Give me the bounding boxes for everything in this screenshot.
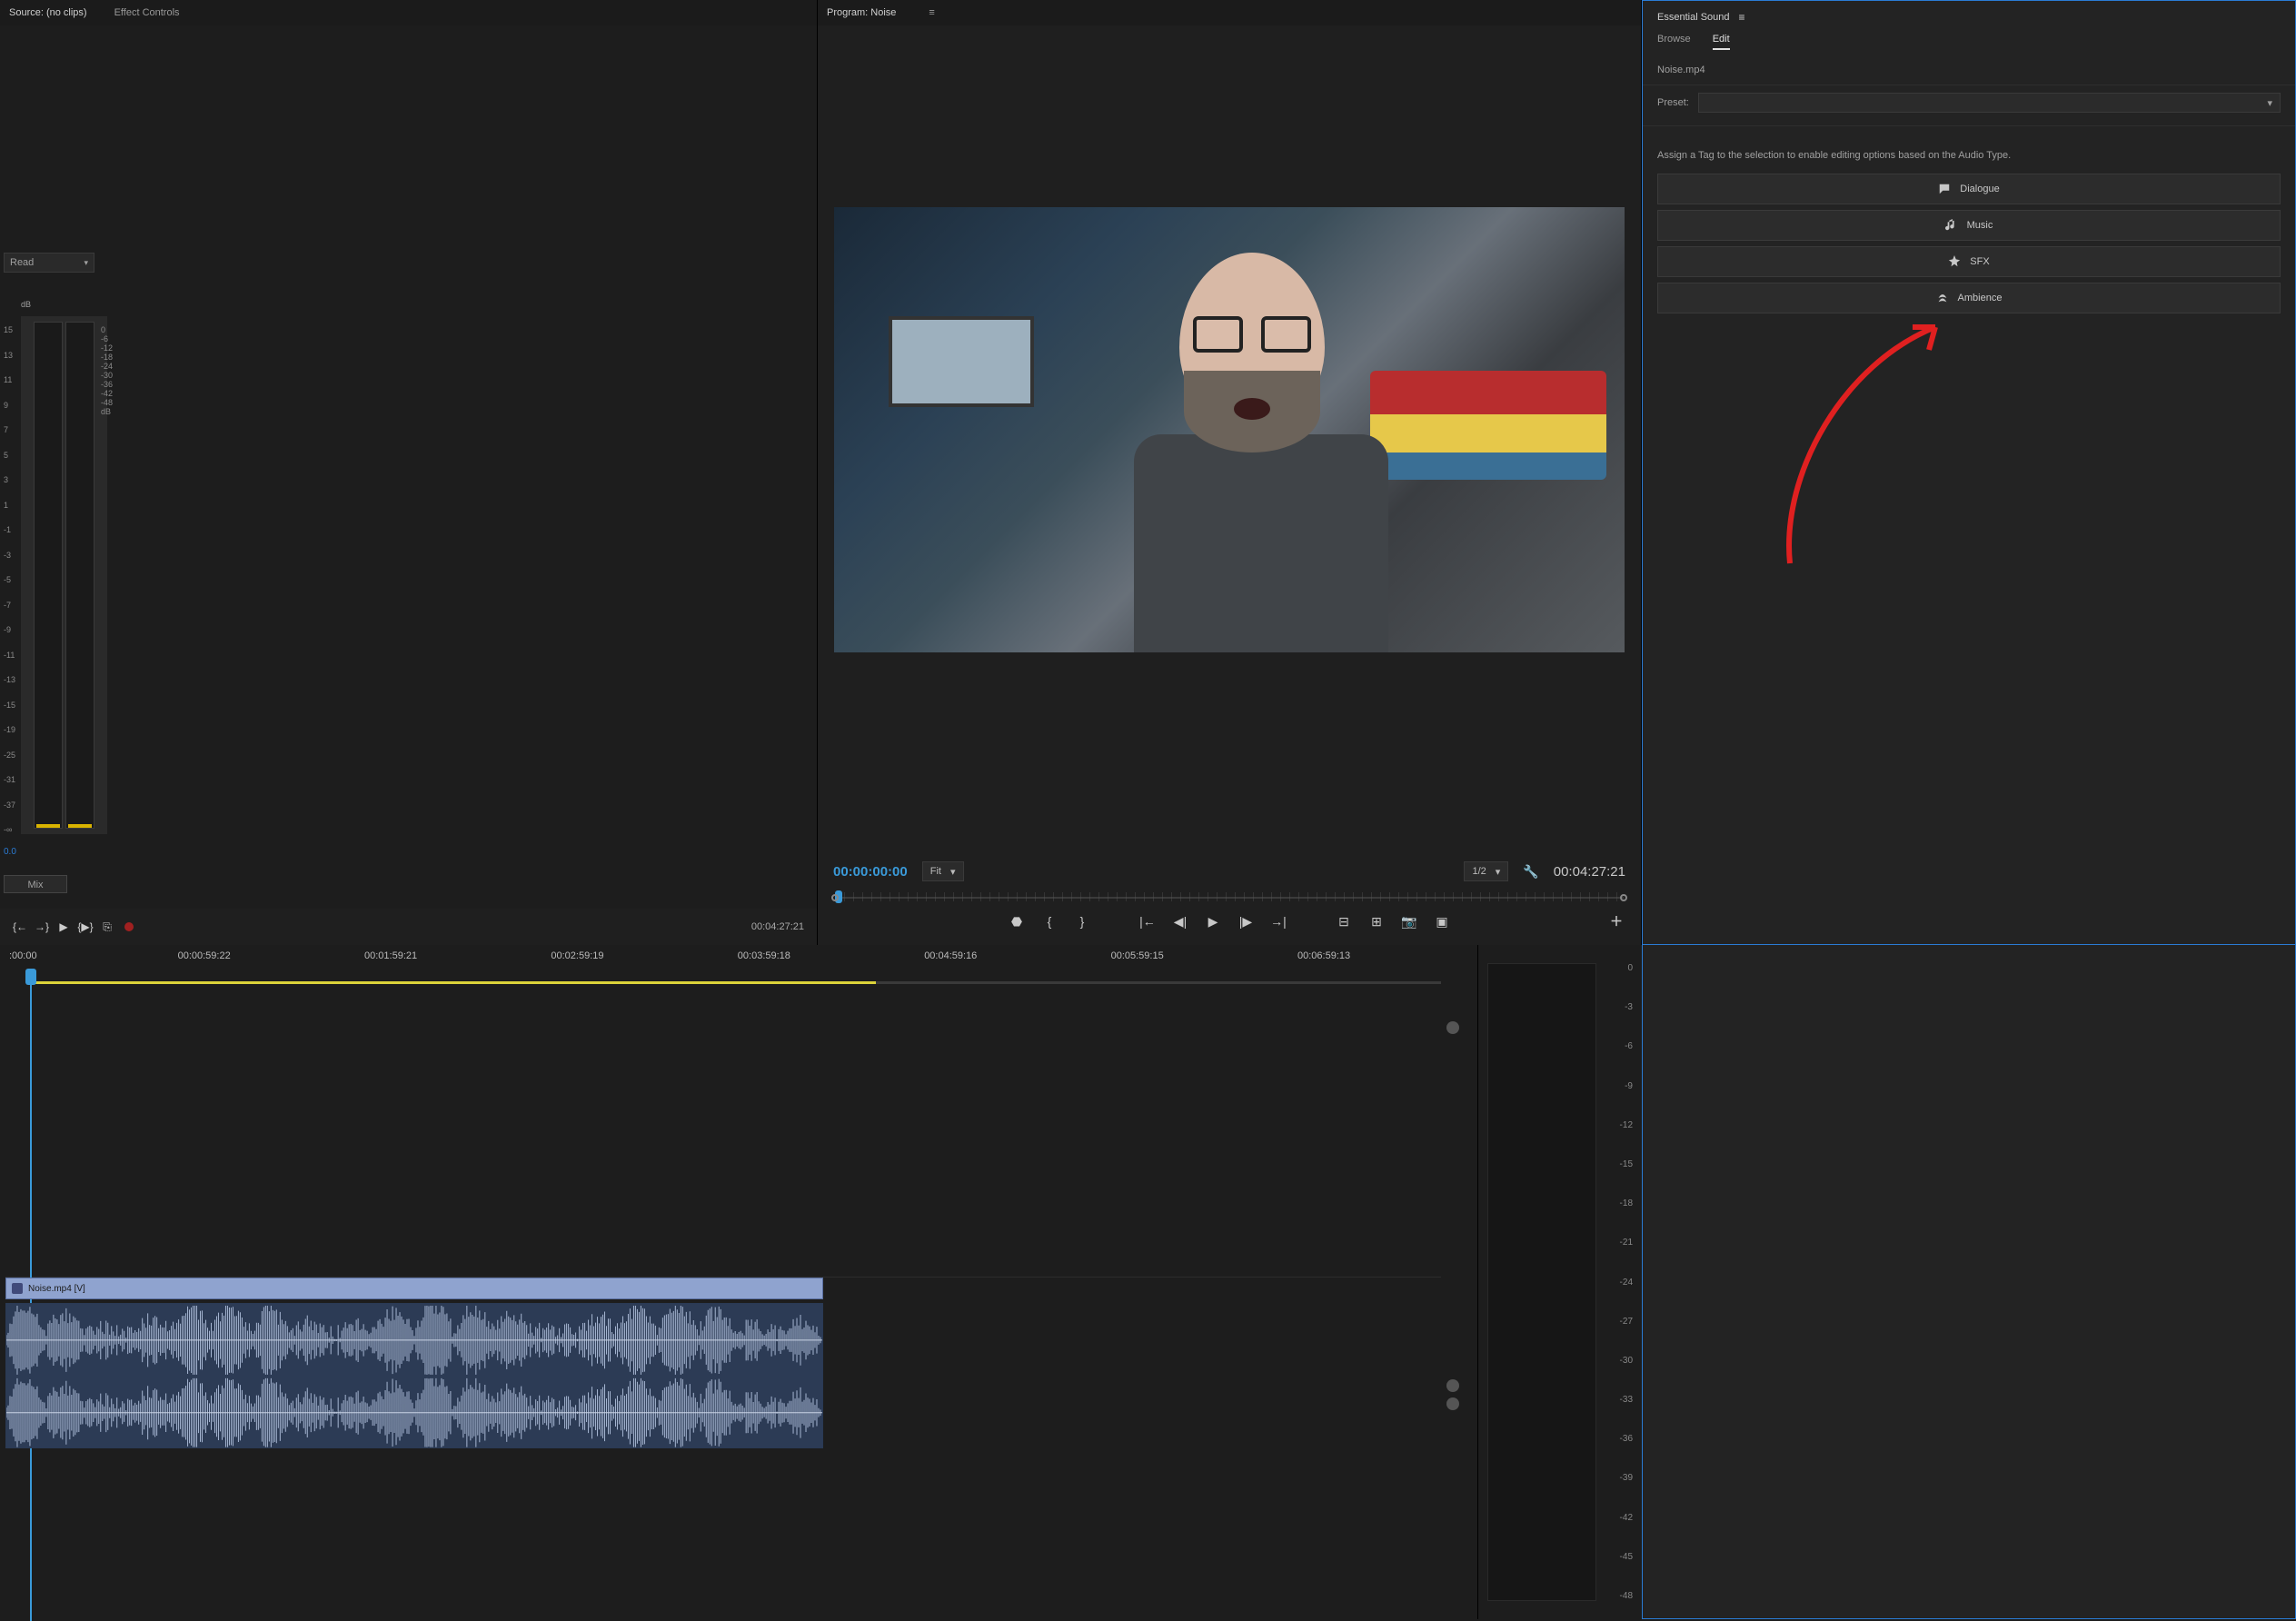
tab-source[interactable]: Source: (no clips) <box>9 7 87 18</box>
selected-clip-name: Noise.mp4 <box>1643 55 2295 85</box>
record-icon[interactable] <box>122 920 136 934</box>
button-editor-icon[interactable]: ＋ <box>1607 912 1625 930</box>
chevron-down-icon: ▾ <box>2267 97 2272 109</box>
go-to-in-icon[interactable]: |← <box>1138 912 1157 930</box>
music-icon <box>1945 219 1958 232</box>
essential-sound-panel: Essential Sound ≡ Browse Edit Noise.mp4 … <box>1642 0 2296 945</box>
program-monitor[interactable] <box>834 207 1625 652</box>
tab-effect-controls[interactable]: Effect Controls <box>114 7 180 18</box>
waveform <box>6 1304 822 1448</box>
preset-label: Preset: <box>1657 97 1689 108</box>
source-tabs: Source: (no clips) Effect Controls <box>0 0 817 25</box>
play-icon[interactable]: ▶ <box>1204 912 1222 930</box>
chevron-down-icon: ▾ <box>950 866 956 878</box>
music-button[interactable]: Music <box>1657 210 2281 241</box>
dialogue-button[interactable]: Dialogue <box>1657 174 2281 204</box>
duration-timecode: 00:04:27:21 <box>1554 864 1625 880</box>
loop-icon[interactable]: {▶} <box>78 920 93 934</box>
audio-meter: 15131197531-1-3-5-7-9-11-13-15-19-25-31-… <box>4 316 113 834</box>
mark-in-icon[interactable]: {← <box>13 920 27 934</box>
ruler-tick: 00:05:59:15 <box>1111 950 1164 961</box>
video-tracks-area[interactable] <box>5 1023 1441 1278</box>
program-tabs: Program: Noise ≡ <box>818 0 1641 25</box>
source-transport: {← →} ▶ {▶} ⎘ <box>13 920 136 934</box>
extract-icon[interactable]: ⊞ <box>1367 912 1386 930</box>
fx-badge-icon <box>12 1283 23 1294</box>
comparison-view-icon[interactable]: ▣ <box>1433 912 1451 930</box>
panel-menu-icon[interactable]: ≡ <box>929 7 933 18</box>
ruler-tick: 00:01:59:21 <box>364 950 417 961</box>
tab-program[interactable]: Program: Noise <box>827 7 896 18</box>
audio-type-hint: Assign a Tag to the selection to enable … <box>1643 126 2295 174</box>
chevron-down-icon: ▾ <box>84 258 88 268</box>
step-forward-icon[interactable]: |▶ <box>1237 912 1255 930</box>
tab-browse[interactable]: Browse <box>1657 34 1691 50</box>
step-back-icon[interactable]: ◀| <box>1171 912 1189 930</box>
automation-mode-dropdown[interactable]: Read ▾ <box>4 253 94 273</box>
ruler-tick: 00:04:59:16 <box>924 950 977 961</box>
current-timecode[interactable]: 00:00:00:00 <box>833 864 908 880</box>
sfx-icon <box>1948 255 1961 268</box>
mix-label[interactable]: Mix <box>4 875 67 893</box>
zoom-dropdown[interactable]: Fit▾ <box>922 861 964 881</box>
ruler-tick: 00:02:59:19 <box>551 950 603 961</box>
mark-in-icon[interactable]: { <box>1040 912 1059 930</box>
timeline-panel: :00:00 00:00:59:22 00:01:59:21 00:02:59:19… <box>0 945 1478 1619</box>
ambience-icon <box>1936 292 1949 304</box>
master-audio-meter: 0-3-6-9-12-15-18-21-24-27-30-33-36-39-42… <box>1478 945 1642 1619</box>
export-icon[interactable]: ⎘ <box>100 920 114 934</box>
time-ruler[interactable]: :00:00 00:00:59:22 00:01:59:21 00:02:59:19… <box>5 950 1441 1001</box>
audio-clip[interactable] <box>5 1303 823 1448</box>
essential-sound-panel-lower <box>1642 945 2296 1619</box>
meter-db-label: dB <box>21 300 31 309</box>
ruler-tick: 00:00:59:22 <box>178 950 231 961</box>
ruler-start: :00:00 <box>9 950 37 961</box>
mark-out-icon[interactable]: } <box>1073 912 1091 930</box>
program-transport: ⬣ { } |← ◀| ▶ |▶ →| ⊟ ⊞ 📷 ▣ ＋ <box>830 912 1629 930</box>
tab-edit[interactable]: Edit <box>1713 34 1730 50</box>
track-keyframe-toggle[interactable] <box>1446 1021 1459 1034</box>
track-keyframe-toggle[interactable] <box>1446 1379 1459 1392</box>
dialogue-icon <box>1938 183 1951 195</box>
source-panel: Source: (no clips) Effect Controls Read … <box>0 0 818 945</box>
in-point-marker[interactable] <box>831 894 839 901</box>
out-point-marker[interactable] <box>1620 894 1627 901</box>
preset-dropdown[interactable]: ▾ <box>1698 93 2281 113</box>
panel-menu-icon[interactable]: ≡ <box>1739 11 1745 24</box>
meter-value: 0.0 <box>4 847 16 857</box>
lift-icon[interactable]: ⊟ <box>1335 912 1353 930</box>
meter-channel-left <box>34 322 63 829</box>
export-frame-icon[interactable]: 📷 <box>1400 912 1418 930</box>
sfx-button[interactable]: SFX <box>1657 246 2281 277</box>
program-scrubber[interactable] <box>835 890 1624 905</box>
resolution-dropdown[interactable]: 1/2▾ <box>1464 861 1508 881</box>
add-marker-icon[interactable]: ⬣ <box>1008 912 1026 930</box>
video-clip[interactable]: Noise.mp4 [V] <box>5 1278 823 1299</box>
ambience-button[interactable]: Ambience <box>1657 283 2281 313</box>
video-clip-label: Noise.mp4 [V] <box>28 1284 85 1294</box>
play-icon[interactable]: ▶ <box>56 920 71 934</box>
ruler-tick: 00:03:59:18 <box>738 950 790 961</box>
mark-out-icon[interactable]: →} <box>35 920 49 934</box>
panel-title: Essential Sound <box>1657 12 1730 23</box>
meter-channel-right <box>65 322 94 829</box>
track-keyframe-toggle[interactable] <box>1446 1397 1459 1410</box>
ruler-tick: 00:06:59:13 <box>1297 950 1350 961</box>
automation-mode-value: Read <box>10 257 34 268</box>
settings-icon[interactable]: 🔧 <box>1523 864 1538 880</box>
go-to-out-icon[interactable]: →| <box>1269 912 1287 930</box>
timeline-playhead[interactable] <box>25 969 36 985</box>
chevron-down-icon: ▾ <box>1496 866 1501 878</box>
program-panel: Program: Noise ≡ 00:00:00:00 F <box>818 0 1642 945</box>
source-duration: 00:04:27:21 <box>751 921 804 932</box>
